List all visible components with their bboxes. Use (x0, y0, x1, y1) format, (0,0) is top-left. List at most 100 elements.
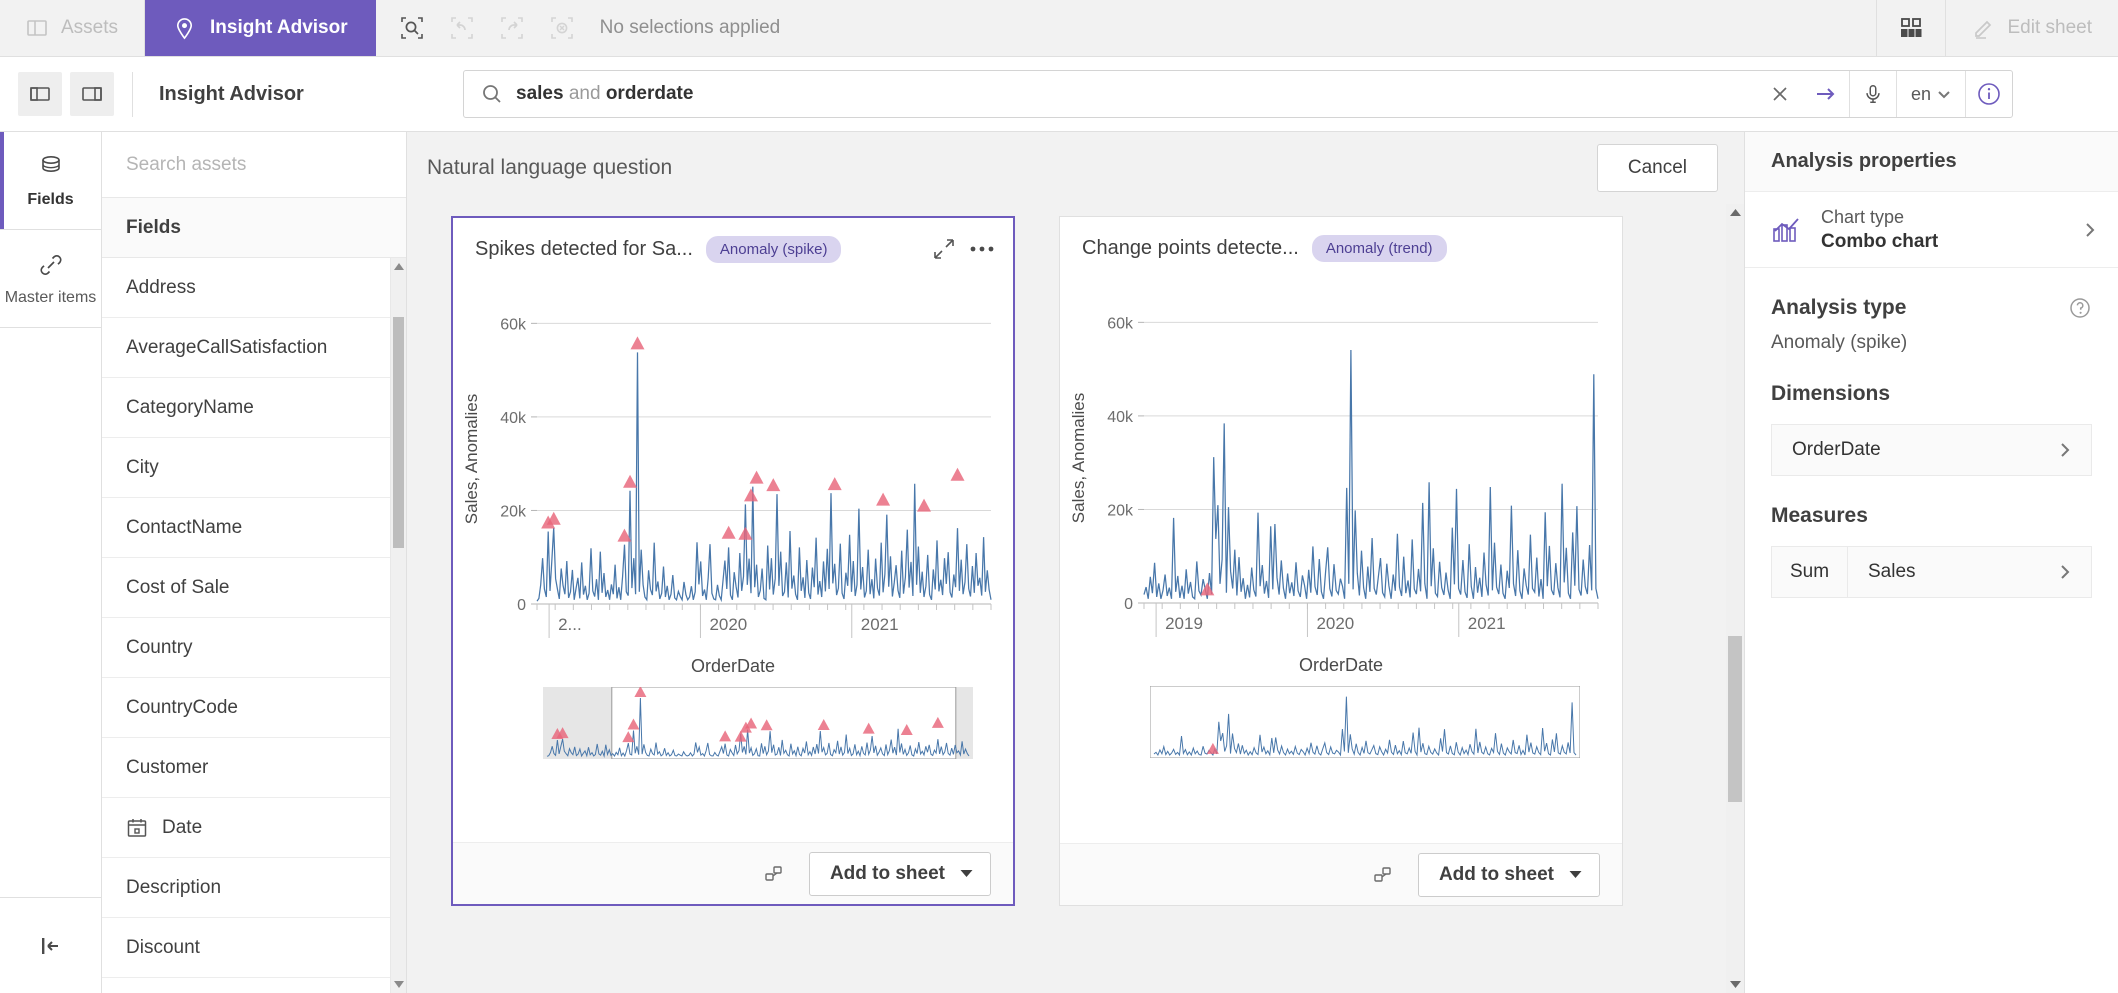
insight-card[interactable]: Spikes detected for Sa... Anomaly (spike)… (451, 216, 1015, 906)
analysis-properties-panel: Analysis properties Chart type Combo cha… (1744, 132, 2118, 993)
chart-area[interactable]: 0 20k 40k 60k Sales, Anomalies 2... 2020 2021 Or… (453, 280, 1013, 842)
main-content: Natural language question Cancel Spikes … (407, 132, 1744, 993)
info-icon[interactable] (1966, 71, 2012, 117)
svg-text:2020: 2020 (709, 615, 747, 634)
chart-plot[interactable]: 0 20k 40k 60k Sales, Anomalies 2019 2020 2021 (1060, 279, 1622, 649)
sheet-grid-icon[interactable] (1875, 0, 1946, 56)
field-row[interactable]: Cost of Sale (102, 558, 390, 618)
chart-type-row[interactable]: Chart type Combo chart (1745, 192, 2118, 268)
field-row[interactable]: Customer (102, 738, 390, 798)
field-row[interactable]: CountryCode (102, 678, 390, 738)
assets-tab[interactable]: Assets (0, 0, 146, 56)
field-label: Address (126, 276, 196, 298)
chevron-down-icon (959, 868, 974, 879)
calendar-icon (126, 817, 148, 839)
field-row[interactable]: Address (102, 258, 390, 318)
more-options-icon[interactable] (969, 244, 995, 254)
clear-selections-icon[interactable] (540, 6, 584, 50)
measure-sum-sales[interactable]: Sum Sales (1771, 546, 2092, 598)
field-row[interactable]: ContactName (102, 498, 390, 558)
brush-minimap[interactable] (1060, 676, 1622, 758)
triangle-down-icon[interactable] (393, 976, 405, 993)
field-row[interactable]: Discount (102, 918, 390, 978)
language-selector[interactable]: en (1897, 84, 1965, 105)
edit-sheet-button[interactable]: Edit sheet (1946, 0, 2118, 56)
card-title: Spikes detected for Sa... (475, 237, 693, 260)
svg-text:2020: 2020 (1316, 614, 1354, 633)
field-label: CategoryName (126, 396, 254, 418)
selections-search-icon[interactable] (390, 6, 434, 50)
cancel-button[interactable]: Cancel (1596, 144, 1718, 192)
dimension-orderdate[interactable]: OrderDate (1771, 424, 2092, 476)
toolbar-right: Edit sheet (1875, 0, 2118, 56)
field-row[interactable]: Date (102, 798, 390, 858)
chart-area[interactable]: 0 20k 40k 60k Sales, Anomalies 2019 2020 2021 Or… (1060, 279, 1622, 843)
sidebar-item-master-items[interactable]: Master items (0, 230, 101, 328)
microphone-icon[interactable] (1850, 71, 1896, 117)
chevron-right-icon (2057, 564, 2091, 580)
expand-icon[interactable] (932, 237, 956, 261)
brush-minimap[interactable] (453, 677, 1013, 759)
toggle-right-panel-icon[interactable] (70, 72, 114, 116)
field-label: Date (162, 816, 203, 838)
search-row: Insight Advisor sales and orderdate en (0, 57, 2118, 132)
rail-spacer (0, 328, 101, 897)
triangle-down-icon[interactable] (1729, 976, 1742, 993)
combo-chart-icon (1771, 215, 1803, 245)
scrollbar-track[interactable] (391, 275, 406, 976)
field-row[interactable]: CategoryName (102, 378, 390, 438)
add-to-sheet-button[interactable]: Add to sheet (1417, 852, 1600, 897)
scrollbar-thumb[interactable] (1728, 636, 1742, 803)
insight-card[interactable]: Change points detecte... Anomaly (trend) 0… (1059, 216, 1623, 906)
sidebar-item-fields[interactable]: Fields (0, 132, 101, 230)
measure-aggregation: Sum (1772, 547, 1848, 597)
search-icon (464, 82, 516, 106)
chevron-right-icon (2082, 222, 2098, 238)
field-row[interactable]: AverageCallSatisfaction (102, 318, 390, 378)
dimension-label: OrderDate (1792, 439, 1881, 460)
help-icon[interactable] (2068, 296, 2092, 320)
pencil-icon (1972, 16, 1996, 40)
chevron-down-icon (1568, 869, 1583, 880)
chart-type-label: Chart type (1821, 206, 1905, 227)
chart-type-text: Chart type Combo chart (1821, 207, 2064, 253)
field-label: AverageCallSatisfaction (126, 336, 328, 358)
sidebar-item-label: Fields (27, 191, 74, 208)
assets-scrollbar[interactable] (390, 258, 406, 993)
lineage-icon[interactable] (763, 862, 787, 886)
step-forward-icon[interactable] (490, 6, 534, 50)
svg-text:0: 0 (517, 597, 526, 614)
scrollbar-track[interactable] (1726, 221, 1744, 976)
insight-advisor-tab[interactable]: Insight Advisor (145, 0, 376, 56)
insight-cards: Spikes detected for Sa... Anomaly (spike)… (407, 204, 1726, 993)
add-to-sheet-label: Add to sheet (829, 862, 945, 884)
panel-toggles (0, 72, 132, 116)
field-row[interactable]: Description (102, 858, 390, 918)
assets-panel: Search assets Fields Address AverageCallS… (102, 132, 407, 993)
collapse-left-icon[interactable] (0, 897, 101, 993)
scrollbar-thumb[interactable] (393, 317, 404, 549)
main-scrollbar[interactable] (1726, 204, 1744, 993)
chart-type-value: Combo chart (1821, 230, 1939, 252)
link-icon (36, 250, 66, 280)
selection-tools (376, 0, 584, 56)
svg-text:40k: 40k (500, 410, 527, 427)
insight-advisor-tab-label: Insight Advisor (210, 17, 348, 38)
chart-plot[interactable]: 0 20k 40k 60k Sales, Anomalies 2... 2020 2021 (453, 280, 1013, 650)
search-assets-input[interactable]: Search assets (102, 132, 406, 198)
add-to-sheet-button[interactable]: Add to sheet (808, 851, 991, 896)
x-axis-label: OrderDate (1298, 655, 1384, 675)
search-input[interactable]: sales and orderdate en (463, 70, 2013, 118)
field-row[interactable]: Country (102, 618, 390, 678)
submit-search-icon[interactable] (1803, 71, 1849, 117)
lineage-icon[interactable] (1372, 863, 1396, 887)
selections-message: No selections applied (599, 17, 781, 38)
toggle-left-panel-icon[interactable] (18, 72, 62, 116)
field-label: City (126, 456, 159, 478)
clear-search-icon[interactable] (1757, 71, 1803, 117)
field-row[interactable]: City (102, 438, 390, 498)
lightbulb-location-icon (173, 17, 196, 40)
triangle-up-icon[interactable] (393, 258, 405, 275)
step-back-icon[interactable] (440, 6, 484, 50)
triangle-up-icon[interactable] (1729, 204, 1742, 221)
